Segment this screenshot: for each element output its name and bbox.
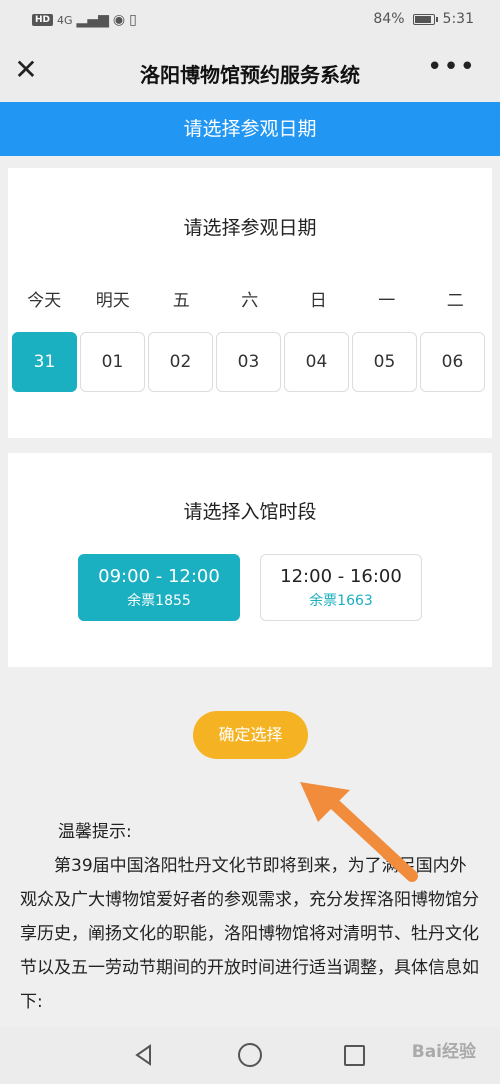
time-slot-remaining: 余票1855 [127, 593, 191, 609]
back-icon[interactable] [132, 1043, 156, 1067]
day-button[interactable]: 06 [420, 332, 485, 392]
weekday-label: 明天 [95, 291, 130, 311]
weekday-label: 六 [241, 291, 259, 311]
signal-icon: ▂▄▆ [76, 12, 109, 28]
battery-icon [412, 13, 438, 25]
time-slot-button[interactable]: 09:00 - 12:00 余票1855 [78, 554, 240, 621]
day-button[interactable]: 02 [148, 332, 213, 392]
weekday-label: 今天 [27, 291, 62, 311]
day-button[interactable]: 05 [352, 332, 417, 392]
tips-section: 温馨提示: 第39届中国洛阳牡丹文化节即将到来，为了满足国内外观众及广大博物馆爱… [20, 815, 482, 1019]
date-card-title: 请选择参观日期 [183, 217, 317, 239]
time-card-title: 请选择入馆时段 [183, 501, 317, 523]
page-title: 洛阳博物馆预约服务系统 [140, 63, 360, 87]
time-card: 请选择入馆时段 09:00 - 12:00 余票1855 12:00 - 16:… [8, 453, 492, 667]
time-slot-range: 09:00 - 12:00 [98, 566, 220, 587]
network-type: 4G [57, 13, 73, 27]
clock: 5:31 [442, 11, 474, 27]
baidu-watermark: Bai经验 [411, 1042, 476, 1062]
weekday-label: 日 [309, 291, 327, 311]
time-slot-remaining: 余票1663 [309, 593, 373, 609]
status-bar: HD 4G ▂▄▆ ◉ ▯ 84% 5:31 [0, 0, 500, 42]
system-nav-bar: Bai经验 [0, 1027, 500, 1084]
eye-icon: ◉ [112, 12, 126, 28]
confirm-button[interactable]: 确定选择 [193, 711, 308, 759]
weekday-row: 今天 明天 五 六 日 一 二 [8, 286, 492, 311]
status-right: 84% 5:31 [373, 11, 474, 27]
step-banner: 请选择参观日期 [0, 102, 500, 156]
tips-heading: 温馨提示: [58, 822, 132, 842]
vibrate-icon: ▯ [129, 12, 137, 28]
recent-apps-icon[interactable] [344, 1045, 365, 1066]
day-button[interactable]: 03 [216, 332, 281, 392]
tips-body: 第39届中国洛阳牡丹文化节即将到来，为了满足国内外观众及广大博物馆爱好者的参观需… [20, 856, 479, 1012]
weekday-label: 二 [446, 291, 464, 311]
more-icon[interactable]: ••• [427, 52, 476, 82]
day-button[interactable]: 01 [80, 332, 145, 392]
day-row: 31 01 02 03 04 05 06 [12, 332, 485, 392]
time-slot-range: 12:00 - 16:00 [280, 566, 402, 587]
home-icon[interactable] [238, 1043, 262, 1067]
battery-percent: 84% [373, 11, 405, 27]
date-card: 请选择参观日期 今天 明天 五 六 日 一 二 31 01 02 03 04 0… [8, 168, 492, 438]
weekday-label: 一 [378, 291, 396, 311]
time-slot-row: 09:00 - 12:00 余票1855 12:00 - 16:00 余票166… [78, 554, 422, 621]
weekday-label: 五 [172, 291, 190, 311]
day-button[interactable]: 31 [12, 332, 77, 392]
nav-bar: ✕ 洛阳博物馆预约服务系统 ••• [0, 42, 500, 102]
status-left-icons: HD 4G ▂▄▆ ◉ ▯ [32, 12, 137, 28]
hd-icon: HD [32, 14, 54, 26]
time-slot-button[interactable]: 12:00 - 16:00 余票1663 [260, 554, 422, 621]
day-button[interactable]: 04 [284, 332, 349, 392]
